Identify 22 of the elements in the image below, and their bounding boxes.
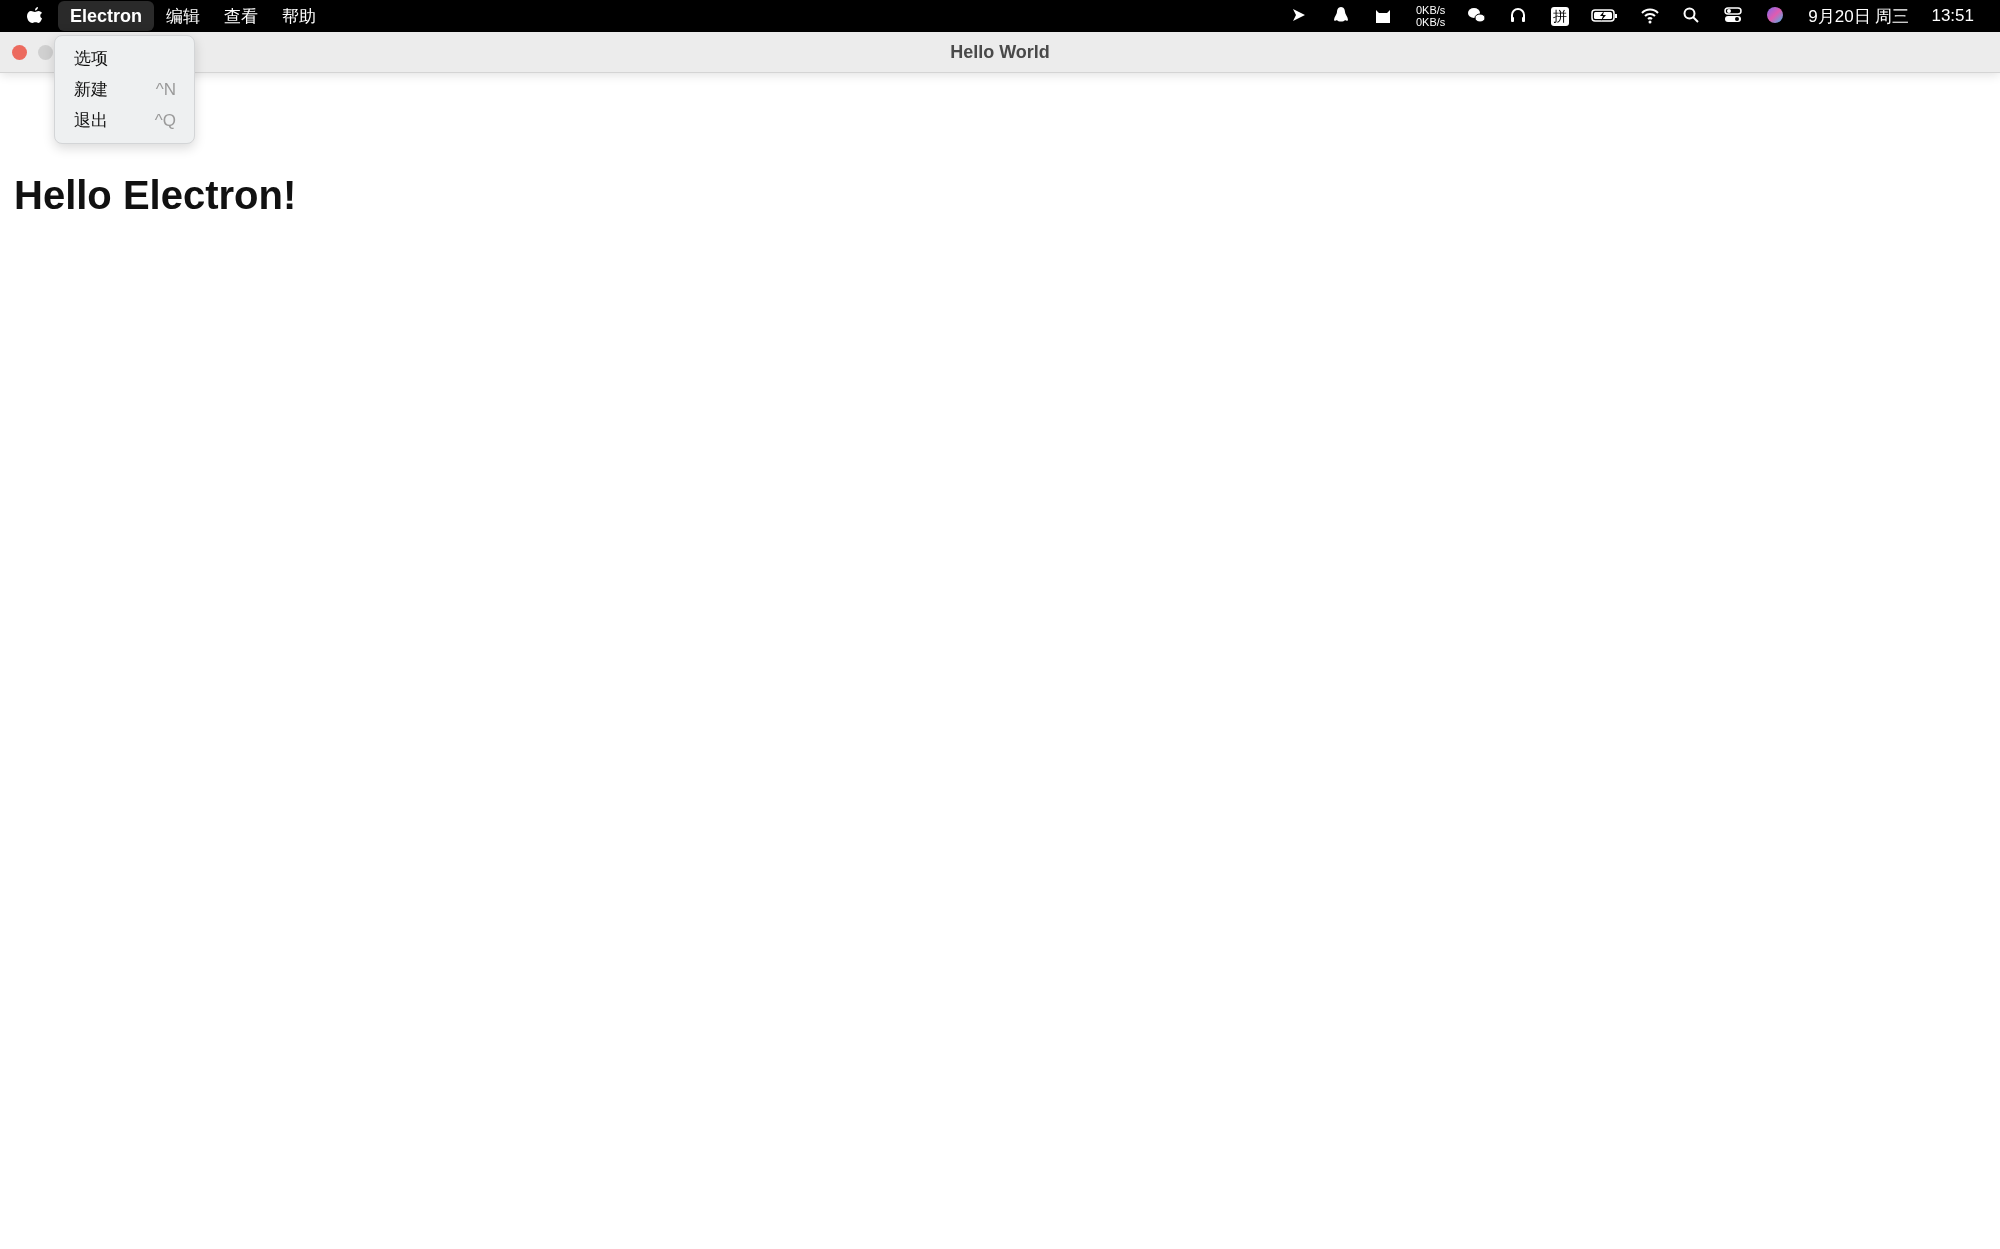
date-text[interactable]: 9月20日 周三 [1808, 4, 1910, 28]
menu-item-label: 选项 [74, 47, 108, 70]
menu-item-label: 退出 [74, 109, 108, 132]
menu-bar-item[interactable]: 编辑 [154, 1, 213, 31]
menu-item[interactable]: 新建 ^N [55, 74, 194, 105]
network-speed-text: 0KB/s [1416, 16, 1446, 28]
clock-text[interactable]: 13:51 [1931, 6, 1974, 26]
menu-bar-item[interactable]: 查看 [212, 1, 271, 31]
menu-bar-item[interactable]: 帮助 [270, 1, 329, 31]
shortcut-text: ^N [155, 79, 176, 100]
menu-item[interactable]: 选项 [55, 43, 194, 74]
input-method-icon[interactable]: 拼 [1551, 6, 1570, 26]
menu-item[interactable]: 退出 ^Q [55, 105, 194, 136]
menu-item-label: 新建 [74, 78, 108, 101]
network-speed-text: 0KB/s [1416, 4, 1446, 16]
shortcut-text: ^Q [154, 110, 176, 131]
close-button[interactable] [12, 44, 27, 60]
wifi-icon[interactable] [1640, 6, 1661, 26]
apple-logo-icon[interactable] [26, 6, 44, 26]
menu-bar-item[interactable]: Electron [58, 1, 155, 31]
window-title: Hello World [950, 41, 1050, 63]
page-heading: Hello Electron! [14, 173, 297, 218]
